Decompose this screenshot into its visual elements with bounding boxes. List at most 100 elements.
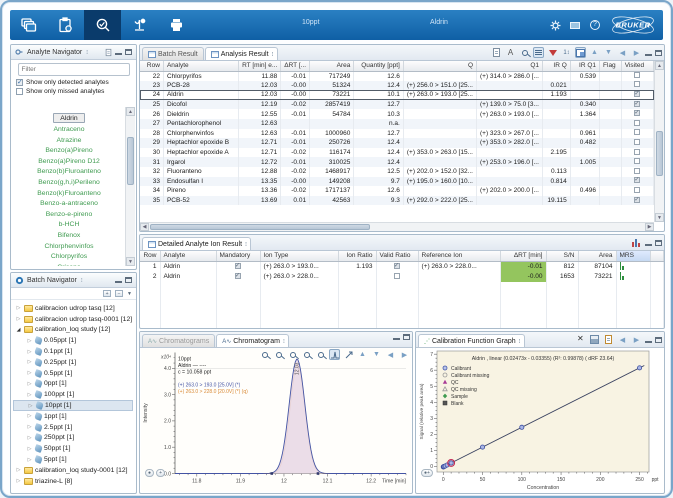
cell[interactable] bbox=[542, 186, 570, 196]
tree-item[interactable]: ▷1ppt [1] bbox=[13, 411, 133, 422]
cell[interactable]: -0.02 bbox=[281, 148, 310, 158]
cell[interactable]: 12.03 bbox=[239, 81, 281, 91]
cell[interactable]: 26 bbox=[140, 109, 163, 119]
cell[interactable]: (+) 263.0 > 193.0 [... bbox=[477, 109, 543, 119]
cell[interactable]: (+) 353.0 > 263.0 [15... bbox=[403, 148, 476, 158]
tree-expander-icon[interactable]: ▷ bbox=[26, 359, 33, 365]
flag-cell[interactable] bbox=[600, 119, 622, 129]
cell[interactable] bbox=[403, 129, 476, 139]
cell[interactable] bbox=[477, 90, 543, 100]
cell[interactable] bbox=[477, 148, 543, 158]
analyte-item[interactable]: Aldrin bbox=[53, 113, 84, 123]
cell[interactable]: 24 bbox=[140, 90, 163, 100]
analyte-filter-input[interactable] bbox=[18, 63, 130, 76]
cell[interactable]: Aldrin bbox=[160, 272, 216, 282]
analyte-list-scrollbar[interactable]: ▲ ▼ bbox=[125, 107, 135, 266]
cell[interactable]: Chlorphenvinfos bbox=[163, 129, 238, 139]
result-row[interactable]: 27Pentachlorophenol12.63n.a. bbox=[140, 119, 654, 129]
cell[interactable] bbox=[403, 157, 476, 167]
visited-checkbox[interactable] bbox=[634, 139, 640, 145]
cell[interactable] bbox=[542, 138, 570, 148]
cell[interactable]: 12.4 bbox=[354, 138, 403, 148]
monitor-icon[interactable] bbox=[569, 19, 581, 31]
visited-cell[interactable] bbox=[621, 71, 653, 81]
cell[interactable]: Heptachlor epoxide A bbox=[163, 148, 238, 158]
expand-all-icon[interactable]: + bbox=[103, 290, 111, 297]
cell[interactable]: 2 bbox=[140, 272, 160, 282]
mandatory-cell[interactable] bbox=[216, 272, 260, 282]
tree-expander-icon[interactable]: ▷ bbox=[15, 467, 22, 473]
visited-checkbox[interactable] bbox=[634, 197, 640, 203]
worklist-button[interactable] bbox=[47, 10, 84, 40]
cell[interactable]: 33 bbox=[140, 177, 163, 187]
cell[interactable]: 10.1 bbox=[354, 90, 403, 100]
flag-cell[interactable] bbox=[600, 186, 622, 196]
tree-expander-icon[interactable]: ▷ bbox=[26, 413, 33, 419]
cell[interactable]: 0.482 bbox=[570, 138, 599, 148]
result-row[interactable]: 26Dieldrin12.55-0.015478410.3(+) 263.0 >… bbox=[140, 109, 654, 119]
result-row[interactable]: 35PCB-5213.690.01425639.3(+) 292.0 > 222… bbox=[140, 196, 654, 206]
cell[interactable]: 0.113 bbox=[542, 167, 570, 177]
cell[interactable]: 29 bbox=[140, 138, 163, 148]
cell[interactable]: 12.55 bbox=[239, 109, 281, 119]
chart-icon[interactable] bbox=[631, 237, 642, 248]
visited-checkbox[interactable] bbox=[634, 81, 640, 87]
maximize-icon[interactable] bbox=[655, 240, 662, 246]
scroll-up-arrow[interactable]: ▲ bbox=[655, 61, 664, 70]
cell[interactable]: 12.63 bbox=[239, 119, 281, 129]
cell[interactable]: 13.35 bbox=[239, 177, 281, 187]
flag-cell[interactable] bbox=[600, 81, 622, 91]
shift-right-icon[interactable]: ▶ bbox=[399, 349, 410, 360]
tree-expander-icon[interactable]: ◢ bbox=[15, 327, 22, 333]
cell[interactable] bbox=[477, 119, 543, 129]
cell[interactable]: Dieldrin bbox=[163, 109, 238, 119]
cell[interactable]: -0.01 bbox=[281, 71, 310, 81]
add-overlay-button[interactable]: ●+ bbox=[421, 469, 433, 477]
results-hscrollbar[interactable]: ◀ ▶ bbox=[140, 222, 654, 231]
tree-expander-icon[interactable]: ▷ bbox=[26, 424, 33, 430]
cell[interactable]: 13.36 bbox=[239, 186, 281, 196]
cell[interactable]: 12.71 bbox=[239, 138, 281, 148]
column-header[interactable]: ΔRT [min] bbox=[500, 251, 546, 261]
visited-cell[interactable] bbox=[621, 109, 653, 119]
cell[interactable]: 12.88 bbox=[239, 167, 281, 177]
tree-item[interactable]: ▷triazine-L [8] bbox=[13, 476, 133, 487]
analyte-item[interactable]: Benzo(k)Fluroanteno bbox=[13, 189, 125, 200]
flag-cell[interactable] bbox=[600, 167, 622, 177]
cell[interactable]: 34 bbox=[140, 186, 163, 196]
cell[interactable]: 22 bbox=[140, 71, 163, 81]
cell[interactable]: 1653 bbox=[546, 272, 578, 282]
find-icon[interactable] bbox=[519, 47, 530, 58]
shift-down-icon[interactable]: ▼ bbox=[371, 349, 382, 360]
cell[interactable]: Irgarol bbox=[163, 157, 238, 167]
visited-checkbox[interactable] bbox=[634, 168, 640, 174]
cell[interactable]: 9.7 bbox=[354, 177, 403, 187]
visited-cell[interactable] bbox=[621, 167, 653, 177]
trace-list-button[interactable]: ● bbox=[145, 469, 154, 477]
cell[interactable]: 0.340 bbox=[570, 100, 599, 110]
ion-result-row[interactable]: 2Aldrin(+) 263.0 > 228.0...-0.0016537322… bbox=[140, 272, 664, 282]
visited-cell[interactable] bbox=[621, 157, 653, 167]
flag-cell[interactable] bbox=[600, 138, 622, 148]
minimize-icon[interactable] bbox=[393, 338, 400, 340]
cell[interactable]: Chlorpyrifos bbox=[163, 71, 238, 81]
valid-ratio-cell[interactable] bbox=[376, 261, 418, 272]
visited-checkbox[interactable] bbox=[634, 187, 640, 193]
analyte-item[interactable]: Atrazine bbox=[13, 136, 125, 147]
cell[interactable]: -0.00 bbox=[281, 90, 310, 100]
cell[interactable]: 250726 bbox=[310, 138, 354, 148]
sort-icon[interactable]: 1↕ bbox=[561, 47, 572, 58]
cell[interactable]: PCB-28 bbox=[163, 81, 238, 91]
cell[interactable]: (+) 202.0 > 200.0 [... bbox=[477, 186, 543, 196]
visited-cell[interactable] bbox=[621, 119, 653, 129]
cell[interactable]: 54784 bbox=[310, 109, 354, 119]
result-row[interactable]: 23PCB-2812.03-0.005132412.4(+) 256.0 > 1… bbox=[140, 81, 654, 91]
valid-ratio-cell[interactable] bbox=[376, 272, 418, 282]
visited-cell[interactable] bbox=[621, 90, 653, 100]
zoom-x-icon[interactable] bbox=[273, 349, 284, 360]
mandatory-cell[interactable] bbox=[216, 261, 260, 272]
analyte-item[interactable]: Benzo-e-pireno bbox=[13, 210, 125, 221]
cell[interactable]: 1000960 bbox=[310, 129, 354, 139]
cell[interactable]: 25 bbox=[140, 100, 163, 110]
cell[interactable] bbox=[542, 129, 570, 139]
